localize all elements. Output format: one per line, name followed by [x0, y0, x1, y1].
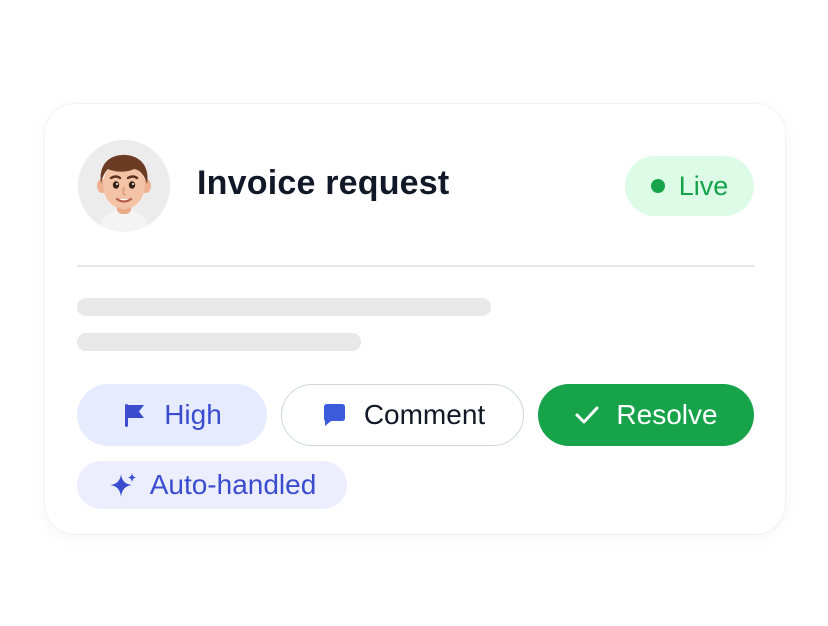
- status-badge-label: Live: [678, 170, 729, 201]
- skeleton-line: [77, 333, 361, 351]
- memoji-avatar-icon: [78, 140, 170, 232]
- resolve-button[interactable]: Resolve: [538, 384, 754, 446]
- comment-button[interactable]: Comment: [281, 384, 524, 446]
- skeleton-line: [77, 298, 491, 316]
- comment-label: Comment: [363, 399, 486, 430]
- resolve-label: Resolve: [616, 399, 718, 430]
- check-icon: [574, 404, 600, 426]
- sparkle-icon: [108, 470, 138, 500]
- flag-icon: [122, 401, 148, 429]
- auto-handled-label: Auto-handled: [149, 469, 317, 500]
- status-badge: Live: [625, 156, 754, 216]
- status-dot-icon: [650, 179, 665, 193]
- page-title: Invoice request: [197, 164, 450, 202]
- priority-high-button[interactable]: High: [77, 384, 267, 446]
- divider: [77, 265, 754, 267]
- priority-label: High: [164, 399, 222, 430]
- ticket-card: Invoice request Live High Comment Resolv…: [45, 104, 785, 534]
- avatar: [78, 140, 170, 232]
- auto-handled-tag: Auto-handled: [77, 461, 347, 509]
- comment-icon: [320, 401, 348, 429]
